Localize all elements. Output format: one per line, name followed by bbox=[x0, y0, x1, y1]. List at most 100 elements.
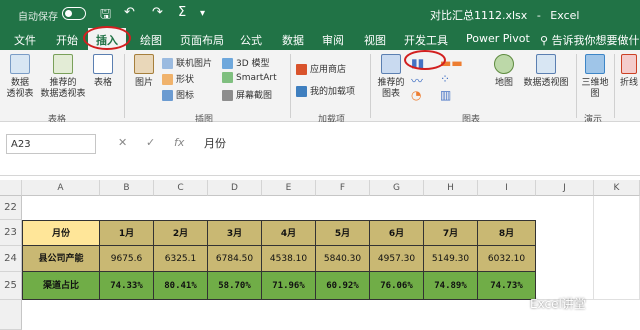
pivot-chart-button[interactable]: 数据透视图 bbox=[520, 54, 572, 89]
column-header-g[interactable]: G bbox=[370, 180, 424, 196]
table-cell[interactable]: 76.06% bbox=[370, 272, 424, 300]
table-cell[interactable]: 5149.30 bbox=[424, 246, 478, 272]
name-box[interactable]: A23 bbox=[6, 134, 96, 154]
group-divider bbox=[290, 54, 291, 118]
table-cell[interactable]: 7月 bbox=[424, 220, 478, 246]
row-header-24[interactable]: 24 bbox=[0, 246, 22, 272]
icons-button[interactable]: 图标 bbox=[162, 88, 194, 101]
row-header-23[interactable]: 23 bbox=[0, 220, 22, 246]
table-cell[interactable]: 4月 bbox=[262, 220, 316, 246]
column-header-i[interactable]: I bbox=[478, 180, 536, 196]
table-cell[interactable]: 1月 bbox=[100, 220, 154, 246]
save-icon[interactable]: 🖫 bbox=[100, 5, 111, 27]
table-cell[interactable]: 60.92% bbox=[316, 272, 370, 300]
table-cell[interactable]: 71.96% bbox=[262, 272, 316, 300]
function-icon[interactable]: fx bbox=[174, 136, 184, 149]
table-cell[interactable]: 6325.1 bbox=[154, 246, 208, 272]
table-cell[interactable]: 80.41% bbox=[154, 272, 208, 300]
store-button[interactable]: 应用商店 bbox=[296, 62, 346, 75]
table-cell[interactable]: 4538.10 bbox=[262, 246, 316, 272]
column-header-j[interactable]: J bbox=[536, 180, 594, 196]
tab-formulas[interactable]: 公式 bbox=[240, 32, 262, 48]
column-header-a[interactable]: A bbox=[22, 180, 100, 196]
table-cell[interactable]: 58.70% bbox=[208, 272, 262, 300]
sparkline-label: 折线 bbox=[619, 78, 638, 88]
empty-cell-range[interactable] bbox=[594, 196, 640, 300]
tab-data[interactable]: 数据 bbox=[282, 32, 304, 48]
table-cell[interactable]: 3月 bbox=[208, 220, 262, 246]
row-header-26[interactable] bbox=[0, 300, 22, 330]
screenshot-button[interactable]: 屏幕截图 bbox=[222, 88, 272, 101]
title-separator: - bbox=[536, 9, 541, 22]
customize-qa-icon[interactable]: ▾ bbox=[200, 8, 205, 19]
picture-icon bbox=[134, 54, 154, 74]
formula-input[interactable]: 月份 bbox=[204, 135, 226, 151]
tab-draw[interactable]: 绘图 bbox=[140, 32, 162, 48]
redo-icon[interactable]: ↷ bbox=[152, 5, 163, 20]
pivot-table-button[interactable]: 数据 透视表 bbox=[4, 54, 36, 100]
table-cell[interactable]: 渠道占比 bbox=[22, 272, 100, 300]
row-header-25[interactable]: 25 bbox=[0, 272, 22, 300]
tab-page-layout[interactable]: 页面布局 bbox=[180, 32, 224, 48]
row-header-22[interactable]: 22 bbox=[0, 196, 22, 220]
tab-review[interactable]: 审阅 bbox=[322, 32, 344, 48]
table-cell[interactable]: 月份 bbox=[22, 220, 100, 246]
map3d-button[interactable]: 三维地 图 bbox=[580, 54, 610, 100]
column-header-b[interactable]: B bbox=[100, 180, 154, 196]
column-header-k[interactable]: K bbox=[594, 180, 640, 196]
column-header-e[interactable]: E bbox=[262, 180, 316, 196]
tab-developer[interactable]: 开发工具 bbox=[404, 32, 448, 48]
table-cell[interactable]: 4957.30 bbox=[370, 246, 424, 272]
column-header-d[interactable]: D bbox=[208, 180, 262, 196]
empty-cell-range[interactable] bbox=[536, 196, 594, 300]
cancel-icon[interactable]: ✕ bbox=[118, 136, 127, 149]
tab-file[interactable]: 文件 bbox=[14, 32, 36, 48]
tab-view[interactable]: 视图 bbox=[364, 32, 386, 48]
table-cell[interactable]: 6032.10 bbox=[478, 246, 536, 272]
autosave-toggle[interactable] bbox=[62, 7, 86, 20]
pie-chart-icon[interactable]: ◔ bbox=[411, 88, 421, 102]
sparkline-button[interactable]: 折线 bbox=[618, 54, 640, 89]
tab-power-pivot[interactable]: Power Pivot bbox=[466, 32, 530, 45]
undo-icon[interactable]: ↶ bbox=[124, 5, 135, 20]
table-cell[interactable]: 8月 bbox=[478, 220, 536, 246]
combo-chart-icon[interactable]: ▥ bbox=[440, 88, 451, 102]
scatter-chart-icon[interactable]: ⁘ bbox=[440, 72, 450, 86]
sum-icon[interactable]: Σ bbox=[178, 5, 186, 20]
map-button[interactable]: 地图 bbox=[492, 54, 516, 89]
table-button[interactable]: 表格 bbox=[90, 54, 116, 89]
table-cell[interactable]: 74.89% bbox=[424, 272, 478, 300]
column-header-f[interactable]: F bbox=[316, 180, 370, 196]
table-cell[interactable]: 5月 bbox=[316, 220, 370, 246]
screenshot-icon bbox=[222, 90, 233, 101]
tab-home[interactable]: 开始 bbox=[56, 32, 78, 48]
table-cell[interactable]: 9675.6 bbox=[100, 246, 154, 272]
recommended-charts-button[interactable]: 推荐的 图表 bbox=[376, 54, 406, 100]
table-cell[interactable]: 5840.30 bbox=[316, 246, 370, 272]
select-all-corner[interactable] bbox=[0, 180, 22, 196]
table-cell[interactable]: 6784.50 bbox=[208, 246, 262, 272]
my-addins-button[interactable]: 我的加载项 bbox=[296, 84, 355, 97]
table-cell[interactable]: 74.33% bbox=[100, 272, 154, 300]
model3d-button[interactable]: 3D 模型 bbox=[222, 56, 270, 69]
shapes-button[interactable]: 形状 bbox=[162, 72, 194, 85]
column-header-c[interactable]: C bbox=[154, 180, 208, 196]
online-picture-button[interactable]: 联机图片 bbox=[162, 56, 212, 69]
watermark-logo: Excel讲堂 bbox=[530, 297, 586, 311]
recommended-pivot-button[interactable]: 推荐的 数据透视表 bbox=[38, 54, 88, 100]
table-cell[interactable]: 6月 bbox=[370, 220, 424, 246]
picture-button[interactable]: 图片 bbox=[130, 54, 158, 89]
table-cell[interactable]: 县公司产能 bbox=[22, 246, 100, 272]
group-divider bbox=[614, 54, 615, 118]
window-title: 对比汇总1112.xlsx - Excel bbox=[430, 7, 579, 23]
table-cell[interactable]: 2月 bbox=[154, 220, 208, 246]
table-cell[interactable]: 74.73% bbox=[478, 272, 536, 300]
smartart-label: SmartArt bbox=[236, 73, 277, 83]
line-chart-icon[interactable]: 〰 bbox=[411, 72, 423, 89]
title-bar: 自动保存 🖫 ↶ ↷ Σ ▾ 对比汇总1112.xlsx - Excel bbox=[0, 0, 640, 28]
icons-icon bbox=[162, 90, 173, 101]
enter-icon[interactable]: ✓ bbox=[146, 136, 155, 149]
shapes-icon bbox=[162, 74, 173, 85]
column-header-h[interactable]: H bbox=[424, 180, 478, 196]
smartart-button[interactable]: SmartArt bbox=[222, 72, 277, 83]
